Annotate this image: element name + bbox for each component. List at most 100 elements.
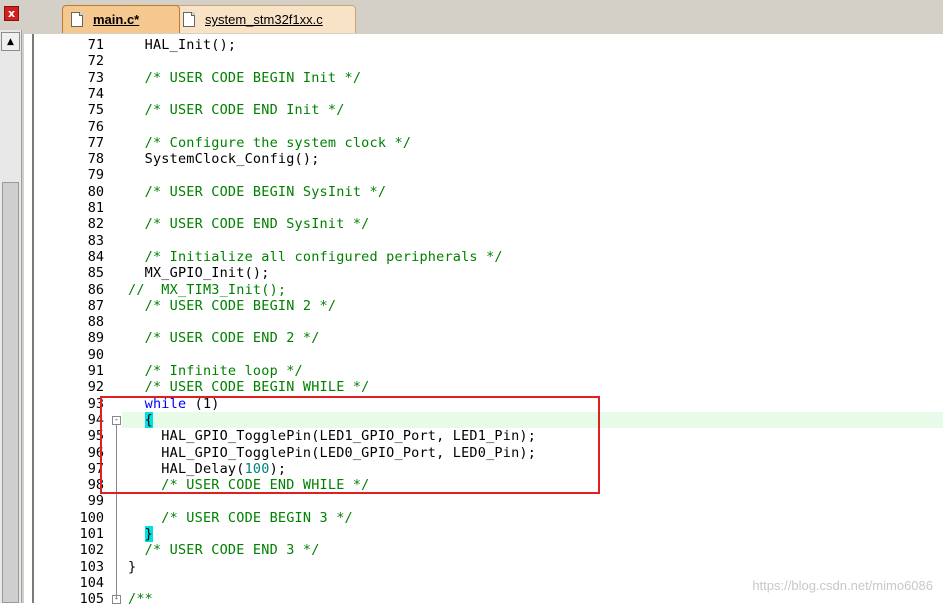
tab-label: system_stm32f1xx.c [205,12,323,27]
code-line[interactable]: 82 /* USER CODE END SysInit */ [34,216,943,232]
code-text: } [128,559,136,575]
line-number: 77 [87,134,104,151]
line-number: 79 [87,167,104,184]
line-number: 95 [87,428,104,445]
brace-token: } [144,526,153,542]
scroll-up-icon[interactable]: ▲ [1,32,20,51]
code-text: /* USER CODE BEGIN WHILE */ [128,379,370,395]
code-line[interactable]: 79 [34,167,943,183]
comment-token: /* Initialize all configured peripherals… [128,248,503,265]
code-line[interactable]: 86 // MX_TIM3_Init(); [34,282,943,298]
code-line[interactable]: 87 /* USER CODE BEGIN 2 */ [34,298,943,314]
line-number: 76 [87,118,104,135]
tab-main-c[interactable]: main.c* [62,5,180,33]
annotation-red-box [100,396,600,494]
code-line[interactable]: 85 MX_GPIO_Init(); [34,265,943,281]
comment-token: /* USER CODE END SysInit */ [128,216,370,233]
code-text: /* Configure the system clock */ [128,135,411,151]
line-number: 89 [87,330,104,347]
code-text: MX_GPIO_Init(); [128,265,270,281]
code-token: SystemClock_Config(); [128,151,320,168]
line-number: 98 [87,477,104,494]
code-line[interactable]: 78 SystemClock_Config(); [34,151,943,167]
code-token: HAL_Init(); [128,37,237,53]
code-line[interactable]: 75 /* USER CODE END Init */ [34,102,943,118]
code-text: SystemClock_Config(); [128,151,320,167]
code-text: /* USER CODE END 2 */ [128,330,320,346]
watermark: https://blog.csdn.net/mimo6086 [752,578,933,593]
code-line[interactable]: 89 /* USER CODE END 2 */ [34,330,943,346]
editor-tab-bar: system_stm32f1xx.c main.c* [24,0,943,34]
line-number: 91 [87,363,104,379]
comment-token: /* Configure the system clock */ [128,134,412,151]
code-line[interactable]: 74 [34,86,943,102]
line-number: 72 [87,53,104,70]
code-line[interactable]: 103} [34,559,943,575]
code-token: MX_GPIO_Init(); [128,265,270,282]
code-line[interactable]: 102 /* USER CODE END 3 */ [34,542,943,558]
code-text: /** [128,591,153,607]
line-number: 88 [87,314,104,331]
line-number: 105 [79,591,104,607]
code-line[interactable]: 84 /* Initialize all configured peripher… [34,249,943,265]
code-text: } [128,526,153,542]
comment-token: // MX_TIM3_Init(); [128,281,287,298]
line-number: 78 [87,151,104,168]
tab-system-stm32f1xx[interactable]: system_stm32f1xx.c [170,5,356,33]
code-line[interactable]: 72 [34,53,943,69]
line-number: 92 [87,379,104,396]
tab-label: main.c* [93,12,140,27]
code-text: /* USER CODE BEGIN 2 */ [128,298,336,314]
code-line[interactable]: 99 [34,493,943,509]
file-icon [183,12,195,27]
code-line[interactable]: 76 [34,119,943,135]
comment-token: /* USER CODE BEGIN 2 */ [128,297,337,314]
code-editor[interactable]: 71 HAL_Init(); 72 73 /* USER CODE BEGIN In… [32,34,943,607]
comment-token: /* USER CODE BEGIN WHILE */ [128,379,370,396]
close-icon[interactable]: x [4,6,19,21]
code-line[interactable]: 101 } [34,526,943,542]
line-number: 93 [87,395,104,412]
comment-token: /* USER CODE END 3 */ [128,542,320,559]
line-number: 75 [87,102,104,119]
code-text: /* USER CODE END Init */ [128,102,345,118]
line-number: 99 [87,493,104,510]
scroll-thumb[interactable] [2,182,19,603]
line-number: 90 [87,346,104,363]
line-number: 82 [87,216,104,233]
line-number: 71 [87,37,104,53]
code-line[interactable]: 73 /* USER CODE BEGIN Init */ [34,70,943,86]
code-line[interactable]: 83 [34,233,943,249]
line-number: 94 [87,411,104,428]
comment-token: /* USER CODE BEGIN Init */ [128,69,362,86]
line-number: 83 [87,232,104,249]
code-token: } [128,558,137,575]
code-line[interactable]: 71 HAL_Init(); [34,37,943,53]
code-text: /* USER CODE BEGIN 3 */ [128,510,353,526]
line-number: 103 [79,558,104,575]
line-number: 87 [87,297,104,314]
line-number: 74 [87,85,104,102]
vertical-scrollbar[interactable]: ▲ [0,30,22,603]
code-line[interactable]: 92 /* USER CODE BEGIN WHILE */ [34,379,943,395]
code-line[interactable]: 105-/** [34,591,943,607]
code-text: /* USER CODE END 3 */ [128,542,320,558]
comment-token: /* USER CODE BEGIN 3 */ [128,509,353,526]
code-line[interactable]: 77 /* Configure the system clock */ [34,135,943,151]
code-text: /* Initialize all configured peripherals… [128,249,503,265]
line-number: 80 [87,183,104,200]
code-line[interactable]: 81 [34,200,943,216]
code-text: // MX_TIM3_Init(); [128,282,286,298]
code-text: HAL_Init(); [128,37,236,53]
code-line[interactable]: 80 /* USER CODE BEGIN SysInit */ [34,184,943,200]
file-icon [71,12,83,27]
code-line[interactable]: 90 [34,347,943,363]
code-line[interactable]: 91 /* Infinite loop */ [34,363,943,379]
code-text: /* USER CODE END SysInit */ [128,216,370,232]
line-number: 101 [79,526,104,542]
comment-token: /** [128,591,153,607]
comment-token: /* USER CODE END 2 */ [128,330,320,347]
code-line[interactable]: 88 [34,314,943,330]
code-line[interactable]: 100 /* USER CODE BEGIN 3 */ [34,510,943,526]
